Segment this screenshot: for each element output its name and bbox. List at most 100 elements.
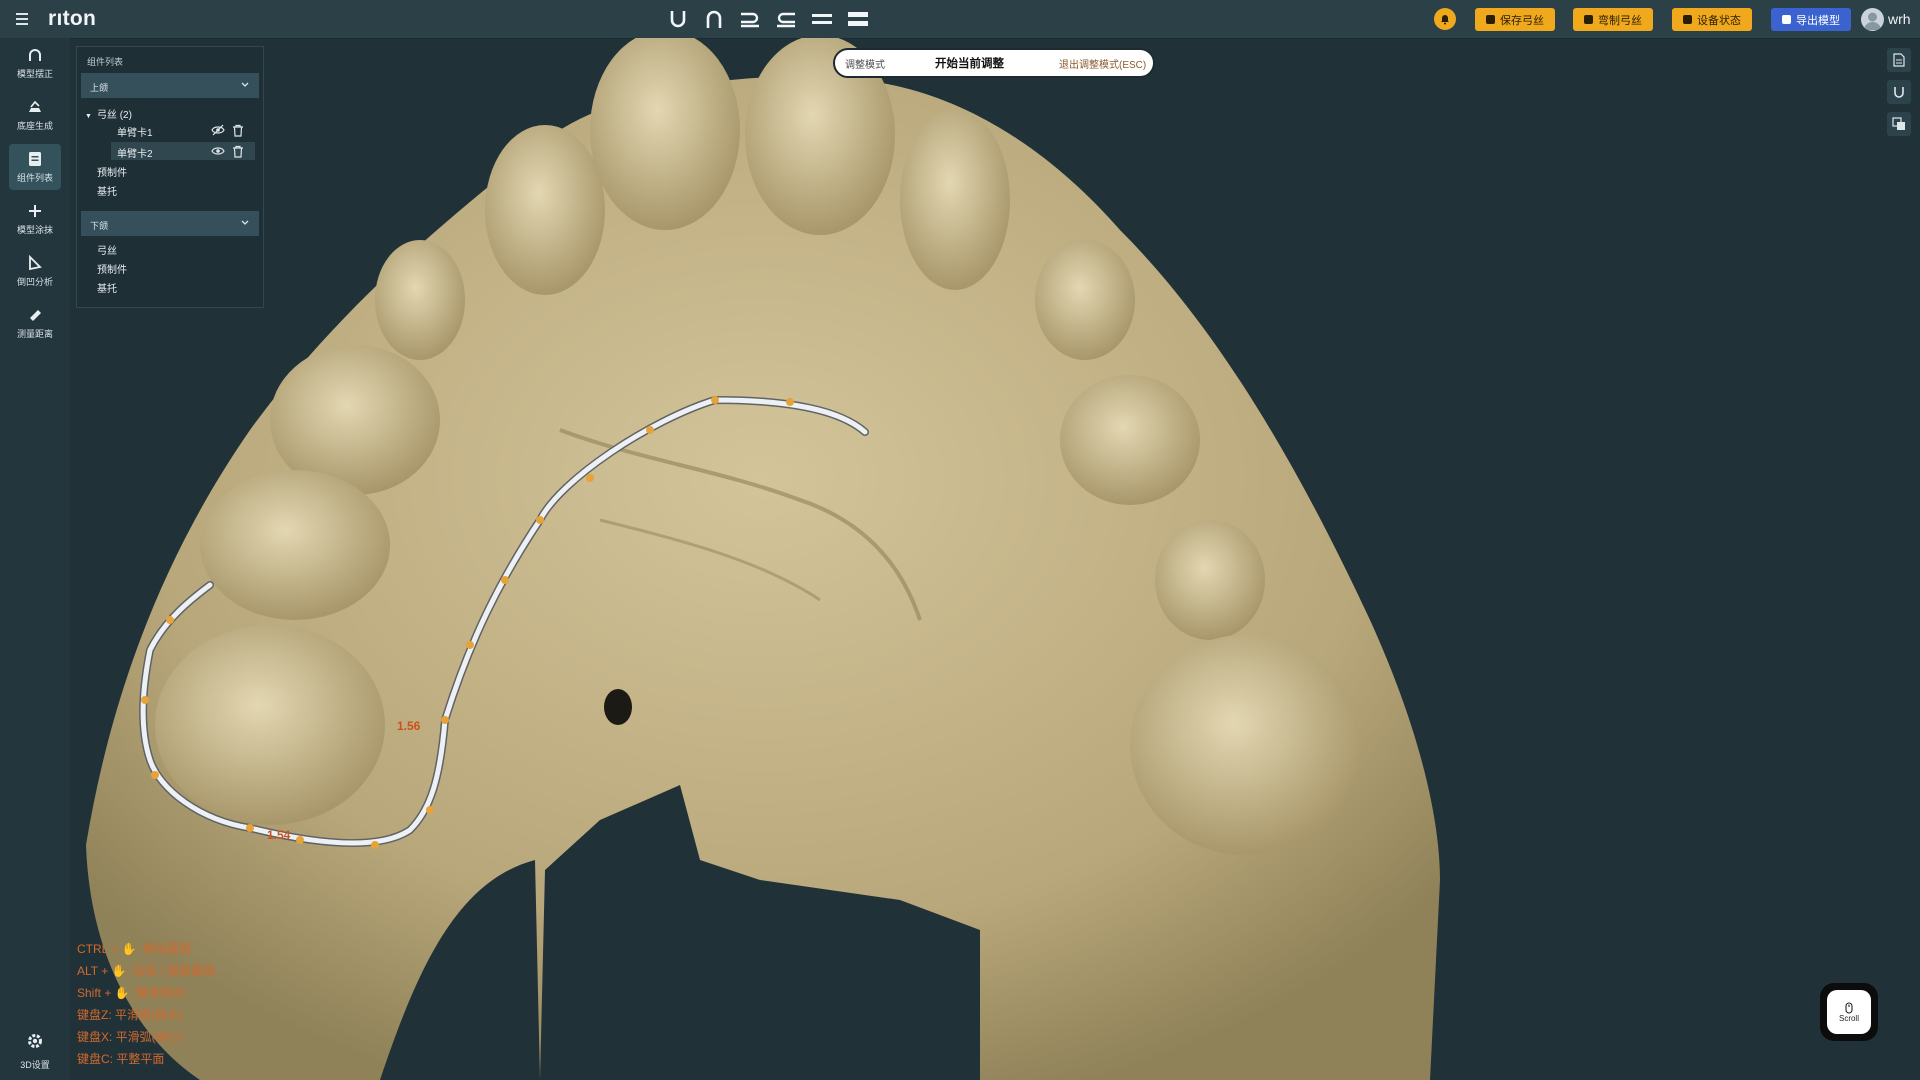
bend-left-icon[interactable] xyxy=(774,7,798,31)
3d-settings-button[interactable]: 3D设置 xyxy=(9,1032,61,1076)
trash-icon[interactable] xyxy=(231,123,245,137)
hamburger-menu-icon[interactable] xyxy=(14,9,32,29)
eye-icon[interactable] xyxy=(211,144,225,158)
trash-icon[interactable] xyxy=(231,144,245,158)
tree-item-label: 单臂卡2 xyxy=(117,149,153,160)
tooth-canine xyxy=(1035,240,1135,360)
hint-line: 键盘X: 平滑弧(减小) xyxy=(77,1030,184,1044)
tree-group-wire[interactable]: ▼ 弓丝 (2) xyxy=(85,106,132,121)
wire-shape-tools xyxy=(666,7,870,31)
scroll-widget[interactable]: Scroll xyxy=(1820,983,1878,1041)
dental-model-render xyxy=(86,38,1440,1080)
eye-hidden-icon[interactable] xyxy=(211,123,225,137)
tree-item-label: 预制件 xyxy=(97,265,127,276)
u-shape-icon[interactable] xyxy=(666,7,690,31)
clasp-2-actions xyxy=(211,144,245,158)
tree-group-label: 弓丝 (2) xyxy=(96,110,132,121)
tooth-molar xyxy=(1130,635,1360,855)
parallel-lines-icon[interactable] xyxy=(810,7,834,31)
hint-line: CTRL + ✋: 移动圆弧 xyxy=(77,942,192,956)
bend-wire-label: 弯制弓丝 xyxy=(1598,14,1642,27)
sidebar-item-label: 底座生成 xyxy=(16,121,53,131)
section-upper-jaw[interactable]: 上颌 xyxy=(81,73,259,98)
layers-icon[interactable] xyxy=(1887,112,1911,136)
top-bar: rıton 保存弓丝 弯制弓丝 设备状态 导出模型 wrh xyxy=(0,0,1920,39)
mode-label: 调整模式 xyxy=(845,59,885,71)
app-logo: rıton xyxy=(48,7,96,31)
start-adjust-button[interactable]: 开始当前调整 xyxy=(935,55,1004,71)
username[interactable]: wrh xyxy=(1888,11,1911,27)
component-list-icon xyxy=(26,150,44,168)
panel-title: 组件列表 xyxy=(87,57,124,67)
measurement-label: 1.56 xyxy=(397,719,421,733)
tree-item-label: 预制件 xyxy=(97,168,127,179)
section-lower-jaw[interactable]: 下颌 xyxy=(81,211,259,236)
sidebar-item-label: 模型涂抹 xyxy=(16,225,53,235)
3d-viewport[interactable]: 1.56 1.54 xyxy=(70,38,1850,1080)
palate-marker xyxy=(604,689,632,725)
settings-label: 3D设置 xyxy=(20,1060,50,1070)
tooth-canine xyxy=(375,240,465,360)
hint-line: 键盘Z: 平滑弧(放大) xyxy=(77,1008,183,1022)
tooth-premolar xyxy=(1060,375,1200,505)
measurement-label: 1.54 xyxy=(267,828,291,842)
save-wire-button[interactable]: 保存弓丝 xyxy=(1475,8,1555,31)
sidebar-item-label: 模型摆正 xyxy=(16,69,53,79)
base-generate-icon xyxy=(26,98,44,116)
clasp-1-actions xyxy=(211,123,245,137)
scroll-label: Scroll xyxy=(1838,1013,1859,1023)
tree-item-label: 基托 xyxy=(97,284,117,295)
undercut-analysis-icon xyxy=(26,254,44,272)
chevron-down-icon xyxy=(240,80,250,92)
notification-bell-icon[interactable] xyxy=(1434,8,1456,30)
arch-shape-icon[interactable] xyxy=(702,7,726,31)
tree-item-prefab[interactable]: 预制件 xyxy=(97,164,127,179)
shortcut-hints: CTRL + ✋: 移动圆弧 ALT + ✋: 压低 / 拔高圆弧 Shift … xyxy=(77,938,215,1070)
tree-item-clasp-1[interactable]: 单臂卡1 xyxy=(117,124,153,139)
user-avatar[interactable] xyxy=(1861,8,1884,31)
sidebar-item-base-generate[interactable]: 底座生成 xyxy=(9,92,61,138)
tree-item-base[interactable]: 基托 xyxy=(97,280,117,295)
tooth-incisor xyxy=(590,38,740,230)
sidebar-item-component-list[interactable]: 组件列表 xyxy=(9,144,61,190)
bend-device-icon xyxy=(1584,15,1593,24)
mouse-icon xyxy=(1845,1001,1853,1014)
tooth-premolar xyxy=(1155,520,1265,640)
device-status-label: 设备状态 xyxy=(1697,14,1741,27)
sidebar-item-undercut-analysis[interactable]: 倒凹分析 xyxy=(9,248,61,294)
double-bar-icon[interactable] xyxy=(846,7,870,31)
document-icon[interactable] xyxy=(1887,48,1911,72)
export-model-button[interactable]: 导出模型 xyxy=(1771,8,1851,31)
sidebar-item-smear[interactable]: 模型涂抹 xyxy=(9,196,61,242)
bend-right-icon[interactable] xyxy=(738,7,762,31)
arch-outline-icon xyxy=(26,46,44,64)
exit-adjust-button[interactable]: 退出调整模式(ESC) xyxy=(1059,56,1146,71)
tree-item-label: 弓丝 xyxy=(97,246,117,257)
sidebar-item-label: 组件列表 xyxy=(16,173,53,183)
logo-prefix: rı xyxy=(48,7,63,30)
tree-item-wire[interactable]: 弓丝 xyxy=(97,242,117,257)
device-status-button[interactable]: 设备状态 xyxy=(1672,8,1752,31)
caret-down-icon: ▼ xyxy=(85,113,92,120)
sidebar-item-model-align[interactable]: 模型摆正 xyxy=(9,40,61,86)
u-wire-icon[interactable] xyxy=(1887,80,1911,104)
right-toolbar xyxy=(1887,48,1913,144)
export-icon xyxy=(1782,15,1791,24)
tree-item-label: 单臂卡1 xyxy=(117,128,153,139)
bend-wire-button[interactable]: 弯制弓丝 xyxy=(1573,8,1653,31)
tooth-molar xyxy=(200,470,390,620)
smear-icon xyxy=(26,202,44,220)
component-list-panel: 组件列表 上颌 ▼ 弓丝 (2) 单臂卡1 单臂卡2 预制件 基托 下颌 弓丝 … xyxy=(76,46,264,308)
hint-line: Shift + ✋: 整体移动 xyxy=(77,986,185,1000)
scroll-widget-inner: Scroll xyxy=(1827,990,1871,1034)
section-label: 上颌 xyxy=(90,83,109,93)
tree-item-label: 基托 xyxy=(97,187,117,198)
adjust-mode-bar: 调整模式 开始当前调整 退出调整模式(ESC) xyxy=(833,48,1155,78)
sidebar-item-label: 倒凹分析 xyxy=(16,277,53,287)
hint-line: ALT + ✋: 压低 / 拔高圆弧 xyxy=(77,964,216,978)
tree-item-prefab[interactable]: 预制件 xyxy=(97,261,127,276)
sidebar-item-measure-distance[interactable]: 测量距离 xyxy=(9,300,61,346)
sidebar-item-label: 测量距离 xyxy=(16,329,53,339)
cloud-save-icon xyxy=(1486,15,1495,24)
tree-item-base[interactable]: 基托 xyxy=(97,183,117,198)
